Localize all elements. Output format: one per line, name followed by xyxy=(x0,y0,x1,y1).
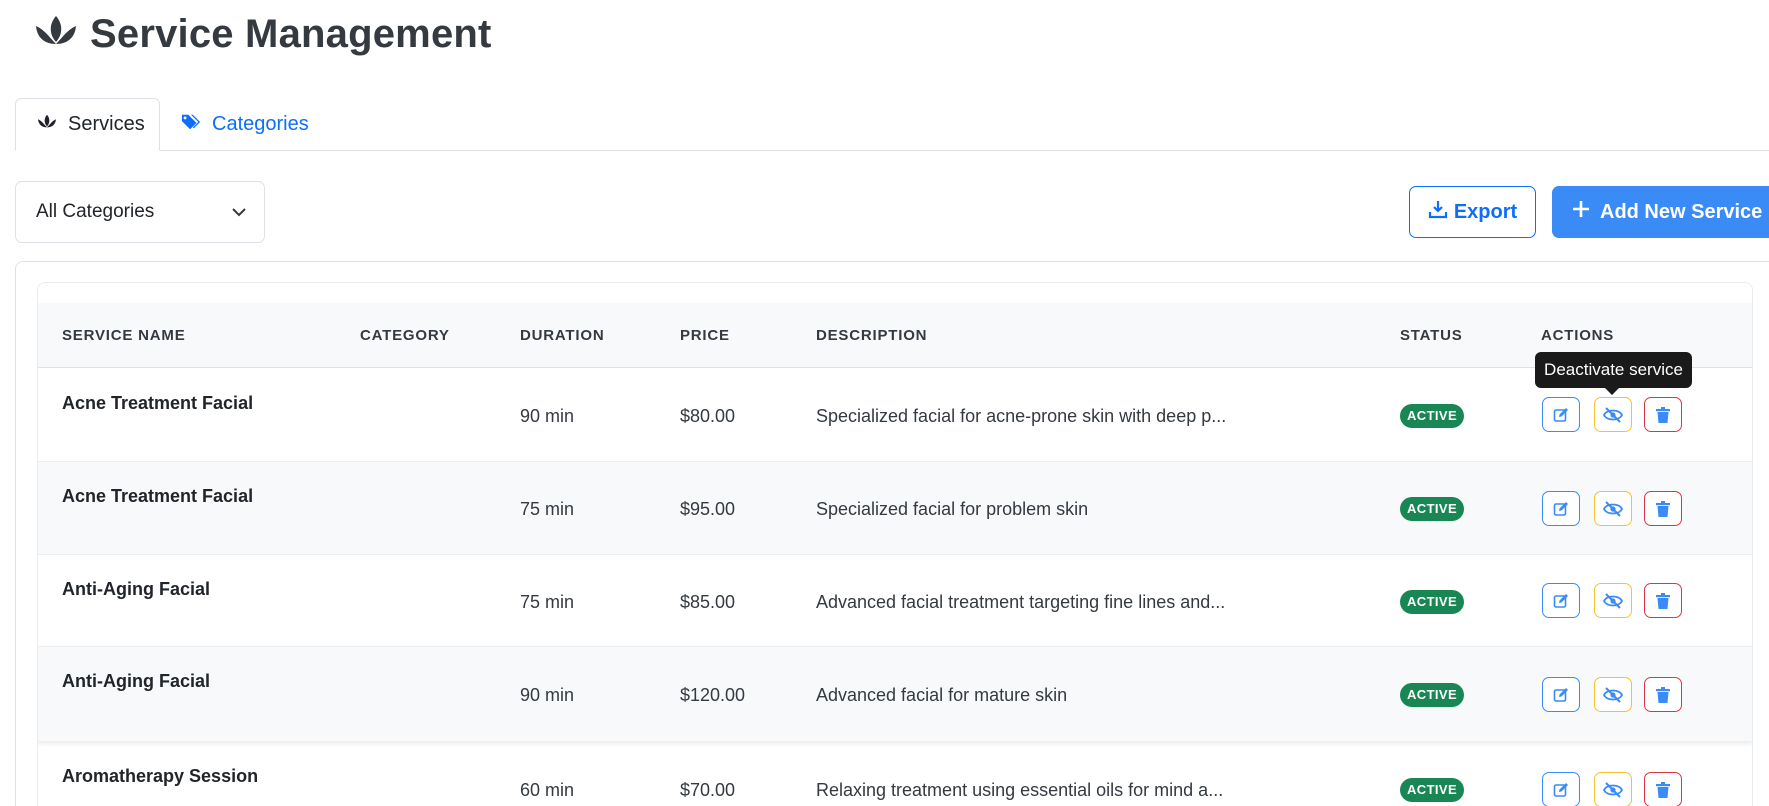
lotus-icon xyxy=(36,113,58,137)
table-row: Anti-Aging Facial 75 min $85.00 Advanced… xyxy=(38,555,1752,647)
tab-categories[interactable]: Categories xyxy=(160,98,329,151)
tab-services[interactable]: Services xyxy=(15,98,160,151)
chevron-down-icon xyxy=(232,201,246,223)
add-new-service-button[interactable]: Add New Service xyxy=(1552,186,1769,238)
service-duration: 75 min xyxy=(520,592,575,612)
trash-icon xyxy=(1656,406,1670,423)
status-badge: ACTIVE xyxy=(1400,683,1465,707)
trash-icon xyxy=(1656,500,1670,517)
export-label: Export xyxy=(1453,200,1518,223)
delete-button[interactable] xyxy=(1644,677,1682,712)
table-row: Acne Treatment Facial 90 min $80.00 Spec… xyxy=(38,368,1752,462)
trash-icon xyxy=(1656,686,1670,703)
edit-icon xyxy=(1553,593,1568,608)
tab-bar: Services Categories xyxy=(15,98,1769,151)
edit-button[interactable] xyxy=(1542,772,1580,806)
deactivate-button[interactable] xyxy=(1594,677,1632,712)
table-header: SERVICE NAME CATEGORY DURATION PRICE DES… xyxy=(38,303,1752,368)
edit-button[interactable] xyxy=(1542,677,1580,712)
plus-icon xyxy=(1572,200,1590,224)
export-button[interactable]: Export xyxy=(1409,186,1536,238)
tab-label: Services xyxy=(68,113,145,135)
service-price: $80.00 xyxy=(680,406,736,426)
service-price: $95.00 xyxy=(680,499,736,519)
services-card: SERVICE NAME CATEGORY DURATION PRICE DES… xyxy=(15,261,1769,806)
delete-button[interactable] xyxy=(1644,397,1682,432)
edit-icon xyxy=(1553,687,1568,702)
delete-button[interactable] xyxy=(1644,772,1682,806)
delete-button[interactable] xyxy=(1644,583,1682,618)
edit-button[interactable] xyxy=(1542,397,1580,432)
service-name: Anti-Aging Facial xyxy=(62,579,210,599)
status-badge: ACTIVE xyxy=(1400,778,1465,802)
eye-slash-icon xyxy=(1603,686,1623,703)
service-duration: 75 min xyxy=(520,499,575,519)
service-name: Acne Treatment Facial xyxy=(62,393,254,413)
delete-button[interactable] xyxy=(1644,491,1682,526)
edit-icon xyxy=(1553,407,1568,422)
deactivate-button[interactable] xyxy=(1594,491,1632,526)
service-price: $85.00 xyxy=(680,592,736,612)
page-title: Service Management xyxy=(90,12,492,56)
service-duration: 90 min xyxy=(520,685,575,705)
table-row: Anti-Aging Facial 90 min $120.00 Advance… xyxy=(38,647,1752,742)
column-header-description[interactable]: DESCRIPTION xyxy=(816,303,927,368)
status-badge: ACTIVE xyxy=(1400,590,1465,614)
table-row: Acne Treatment Facial 75 min $95.00 Spec… xyxy=(38,462,1752,555)
column-header-price[interactable]: PRICE xyxy=(680,303,730,368)
deactivate-tooltip: Deactivate service xyxy=(1535,352,1692,395)
edit-button[interactable] xyxy=(1542,583,1580,618)
column-header-status[interactable]: STATUS xyxy=(1400,303,1463,368)
edit-icon xyxy=(1553,501,1568,516)
add-label: Add New Service xyxy=(1600,200,1763,223)
service-description: Advanced facial for mature skin xyxy=(816,685,1068,705)
tags-icon xyxy=(180,112,202,138)
column-header-duration[interactable]: DURATION xyxy=(520,303,604,368)
service-price: $120.00 xyxy=(680,685,746,705)
category-filter-select[interactable]: All Categories xyxy=(15,181,265,243)
column-header-category[interactable]: CATEGORY xyxy=(360,303,450,368)
service-name: Anti-Aging Facial xyxy=(62,671,210,691)
table-row: Aromatherapy Session 60 min $70.00 Relax… xyxy=(38,742,1752,806)
service-description: Advanced facial treatment targeting fine… xyxy=(816,592,1226,612)
trash-icon xyxy=(1656,592,1670,609)
edit-button[interactable] xyxy=(1542,491,1580,526)
service-description: Specialized facial for acne-prone skin w… xyxy=(816,406,1227,426)
deactivate-button[interactable] xyxy=(1594,772,1632,806)
service-description: Relaxing treatment using essential oils … xyxy=(816,780,1224,800)
filter-selected-value: All Categories xyxy=(36,201,155,222)
services-table: SERVICE NAME CATEGORY DURATION PRICE DES… xyxy=(37,282,1753,806)
eye-slash-icon xyxy=(1603,406,1623,423)
service-price: $70.00 xyxy=(680,780,736,800)
deactivate-button[interactable] xyxy=(1594,583,1632,618)
service-duration: 60 min xyxy=(520,780,575,800)
eye-slash-icon xyxy=(1603,592,1623,609)
tab-label: Categories xyxy=(212,113,309,135)
service-name: Aromatherapy Session xyxy=(62,766,259,786)
status-badge: ACTIVE xyxy=(1400,404,1465,428)
eye-slash-icon xyxy=(1603,500,1623,517)
column-header-service-name[interactable]: SERVICE NAME xyxy=(62,303,186,368)
eye-slash-icon xyxy=(1603,781,1623,798)
lotus-icon xyxy=(32,12,80,57)
deactivate-button[interactable] xyxy=(1594,397,1632,432)
trash-icon xyxy=(1656,781,1670,798)
edit-icon xyxy=(1553,782,1568,797)
page-header: Service Management xyxy=(32,12,492,57)
service-name: Acne Treatment Facial xyxy=(62,486,254,506)
status-badge: ACTIVE xyxy=(1400,497,1465,521)
service-description: Specialized facial for problem skin xyxy=(816,499,1089,519)
download-icon xyxy=(1428,199,1448,225)
service-duration: 90 min xyxy=(520,406,575,426)
